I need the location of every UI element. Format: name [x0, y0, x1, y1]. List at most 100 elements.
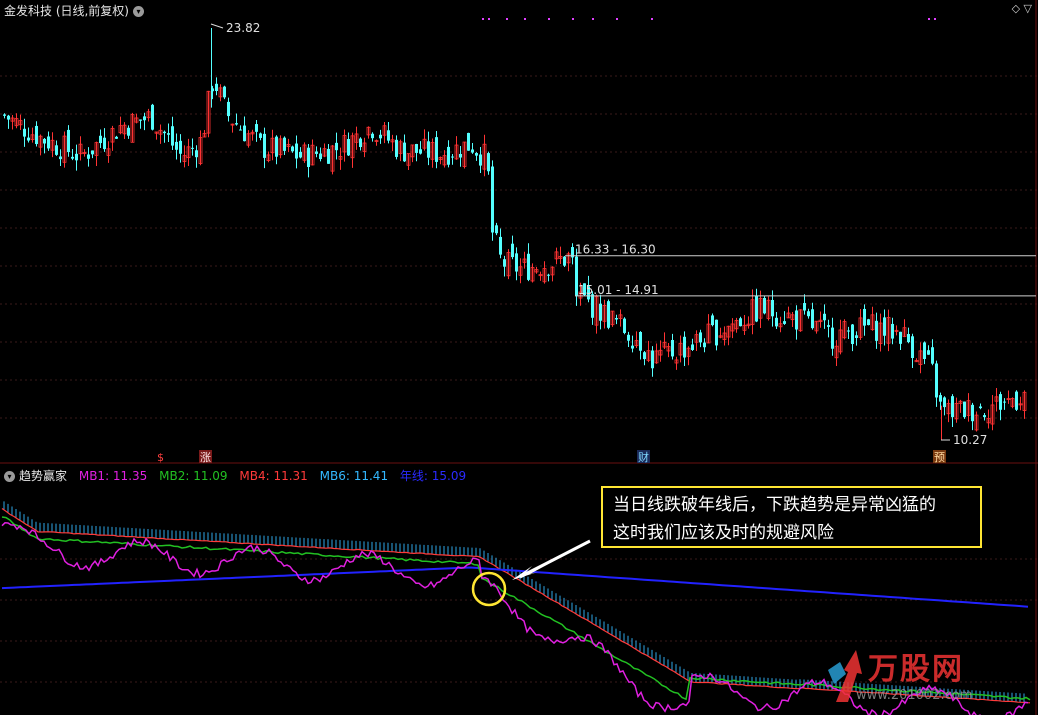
candle — [599, 294, 602, 330]
candle — [475, 152, 478, 161]
candle — [335, 132, 338, 160]
candle — [547, 273, 550, 282]
candle — [435, 131, 438, 169]
candle — [278, 135, 283, 159]
candle — [10, 114, 15, 130]
candles — [3, 28, 1027, 440]
candle — [154, 131, 159, 140]
candle — [542, 261, 547, 284]
candle — [130, 112, 135, 143]
candle — [146, 108, 151, 122]
candle — [99, 129, 102, 149]
candle — [398, 139, 403, 162]
annotation-label: 16.33 - 16.30 — [575, 243, 656, 257]
candle — [842, 319, 847, 340]
candle — [50, 132, 55, 158]
candle — [506, 249, 511, 280]
candle — [118, 116, 123, 135]
candle — [515, 247, 518, 281]
signal-dot — [572, 18, 574, 20]
candle — [139, 119, 142, 129]
candle — [550, 266, 555, 282]
candle — [807, 308, 810, 319]
candle — [250, 129, 255, 141]
signal-dot — [592, 18, 594, 20]
candle — [875, 312, 878, 349]
candle — [511, 235, 514, 260]
candle — [82, 149, 87, 157]
candle — [798, 309, 803, 332]
candle — [1015, 390, 1018, 411]
candle — [223, 85, 226, 100]
candle — [374, 139, 379, 146]
candle — [739, 316, 742, 327]
candle — [935, 360, 938, 407]
candle — [786, 306, 791, 319]
candle — [227, 97, 230, 122]
candle — [87, 147, 90, 167]
chevron-down-icon[interactable]: ▾ — [133, 6, 144, 17]
candle — [218, 84, 223, 102]
candle — [838, 319, 843, 355]
candle — [927, 345, 930, 355]
legend-mb4: MB4: 11.31 — [239, 469, 308, 483]
candle — [631, 335, 634, 353]
candle — [674, 356, 679, 370]
candle — [195, 145, 198, 168]
candle — [302, 142, 307, 163]
candle — [902, 319, 907, 338]
candle — [91, 150, 94, 159]
candle — [158, 124, 163, 144]
candle — [462, 141, 467, 169]
candle — [422, 129, 427, 151]
candle — [627, 331, 630, 347]
candle — [243, 116, 246, 142]
candle — [683, 331, 686, 367]
candle — [974, 411, 979, 432]
collapse-icon[interactable]: ▾ — [4, 471, 15, 482]
candle — [990, 394, 995, 431]
candle — [270, 129, 275, 161]
callout-line-2: 这时我们应该及时的规避风险 — [613, 523, 834, 543]
candle — [1022, 390, 1027, 419]
candle — [347, 132, 350, 157]
candle — [259, 132, 262, 141]
event-marker: $ — [157, 451, 164, 464]
candle — [726, 325, 731, 346]
annual-line — [1, 566, 1029, 608]
candle — [299, 147, 302, 159]
candle — [886, 309, 891, 352]
candle — [651, 346, 654, 377]
candle — [327, 144, 330, 164]
candle — [715, 319, 718, 351]
candle — [266, 151, 271, 163]
candle — [62, 131, 67, 168]
candle — [94, 141, 99, 166]
candle — [658, 340, 663, 362]
candle — [899, 331, 902, 351]
candle — [75, 144, 78, 171]
candle — [538, 271, 543, 281]
annotation-leader — [210, 23, 224, 29]
top-right-icons[interactable]: ◇ ▽ — [1012, 2, 1032, 15]
candle — [415, 143, 418, 162]
event-marker: 财 — [638, 450, 649, 464]
candle — [71, 148, 74, 161]
candle — [230, 123, 235, 133]
candle — [419, 141, 422, 155]
candle — [122, 122, 127, 140]
candle — [878, 313, 883, 352]
event-marker: 涨 — [200, 451, 211, 464]
candle — [43, 138, 46, 154]
candle — [994, 388, 999, 412]
annotations: 23.82 16.33 - 16.30 15.01 - 14.91 10.27 — [210, 21, 987, 447]
candle — [215, 77, 218, 96]
candle — [699, 329, 702, 348]
candle — [923, 341, 926, 365]
candle — [479, 146, 482, 173]
candle — [1010, 397, 1015, 409]
candle — [382, 121, 387, 144]
candle — [14, 113, 19, 129]
candle — [671, 333, 674, 360]
signal-dot — [934, 18, 936, 20]
